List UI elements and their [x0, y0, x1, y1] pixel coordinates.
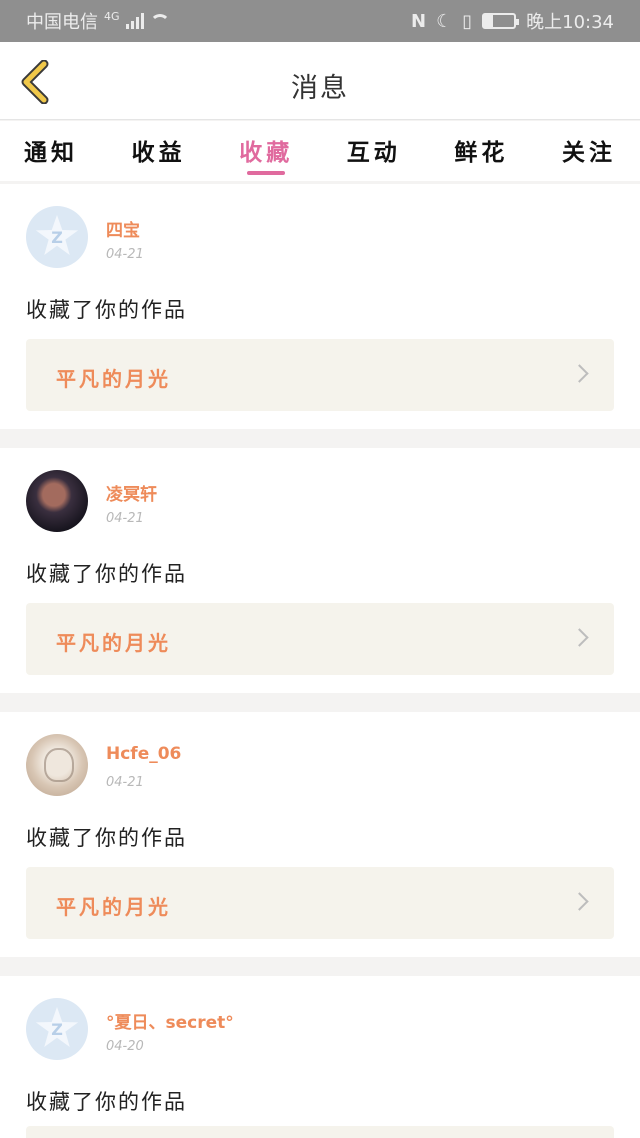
message-text: 收藏了你的作品 [26, 826, 187, 850]
message-date: 04-21 [106, 775, 144, 790]
user-name[interactable]: Hcfe_06 [106, 744, 181, 764]
message-date: 04-21 [106, 511, 144, 526]
default-avatar-icon: Z [35, 1007, 79, 1048]
message-card: Hcfe_06 04-21 收藏了你的作品 平凡的月光 [0, 712, 640, 957]
message-date: 04-21 [106, 247, 144, 262]
avatar[interactable]: Z [26, 206, 88, 268]
avatar[interactable]: Z [26, 998, 88, 1060]
nfc-icon: N [411, 10, 427, 32]
avatar[interactable] [26, 734, 88, 796]
work-link[interactable] [26, 1126, 614, 1138]
message-text: 收藏了你的作品 [26, 562, 187, 586]
tab-favorites[interactable]: 收藏 [239, 121, 293, 181]
user-name[interactable]: °夏日、secret° [106, 1008, 234, 1033]
chevron-right-icon [570, 628, 589, 647]
avatar[interactable] [26, 470, 88, 532]
tab-bar: 通知 收益 收藏 互动 鲜花 关注 [0, 121, 640, 181]
tab-indicator [247, 171, 286, 175]
signal-icon [125, 13, 144, 29]
work-link[interactable]: 平凡的月光 [26, 867, 614, 939]
tab-notice[interactable]: 通知 [24, 121, 78, 181]
status-bar: 中国电信 4G N ☾ ▯ 晚上10:34 [0, 0, 640, 42]
chevron-right-icon [570, 892, 589, 911]
tab-label: 收益 [131, 140, 186, 166]
moon-icon: ☾ [436, 10, 453, 32]
tab-interaction[interactable]: 互动 [347, 121, 401, 181]
tab-label: 收藏 [239, 140, 294, 166]
work-link[interactable]: 平凡的月光 [26, 603, 614, 675]
user-name[interactable]: 凌冥轩 [106, 480, 157, 505]
message-text: 收藏了你的作品 [26, 298, 187, 322]
wifi-icon [149, 14, 170, 28]
tab-follow[interactable]: 关注 [562, 121, 616, 181]
work-title: 平凡的月光 [56, 631, 171, 655]
network-type: 4G [104, 9, 120, 23]
page-title: 消息 [291, 73, 349, 104]
vibrate-icon: ▯ [462, 10, 473, 32]
tab-label: 关注 [561, 140, 616, 166]
tab-label: 互动 [346, 140, 401, 166]
work-title: 平凡的月光 [56, 367, 171, 391]
message-date: 04-20 [106, 1039, 144, 1054]
tab-label: 鲜花 [454, 140, 509, 166]
message-card: 凌冥轩 04-21 收藏了你的作品 平凡的月光 [0, 448, 640, 693]
chevron-right-icon [570, 364, 589, 383]
carrier-label: 中国电信 [26, 12, 98, 33]
message-card: Z 四宝 04-21 收藏了你的作品 平凡的月光 [0, 184, 640, 429]
header-bar: 消息 [0, 42, 640, 120]
work-title: 平凡的月光 [56, 895, 171, 919]
battery-icon [482, 13, 520, 29]
clock: 晚上10:34 [526, 12, 614, 33]
battery-fill [484, 15, 494, 27]
work-link[interactable]: 平凡的月光 [26, 339, 614, 411]
tab-income[interactable]: 收益 [132, 121, 186, 181]
user-name[interactable]: 四宝 [106, 216, 140, 241]
message-card: Z °夏日、secret° 04-20 收藏了你的作品 [0, 976, 640, 1138]
tab-flowers[interactable]: 鲜花 [454, 121, 508, 181]
message-text: 收藏了你的作品 [26, 1090, 187, 1114]
tab-label: 通知 [24, 140, 78, 166]
default-avatar-icon: Z [35, 215, 79, 256]
